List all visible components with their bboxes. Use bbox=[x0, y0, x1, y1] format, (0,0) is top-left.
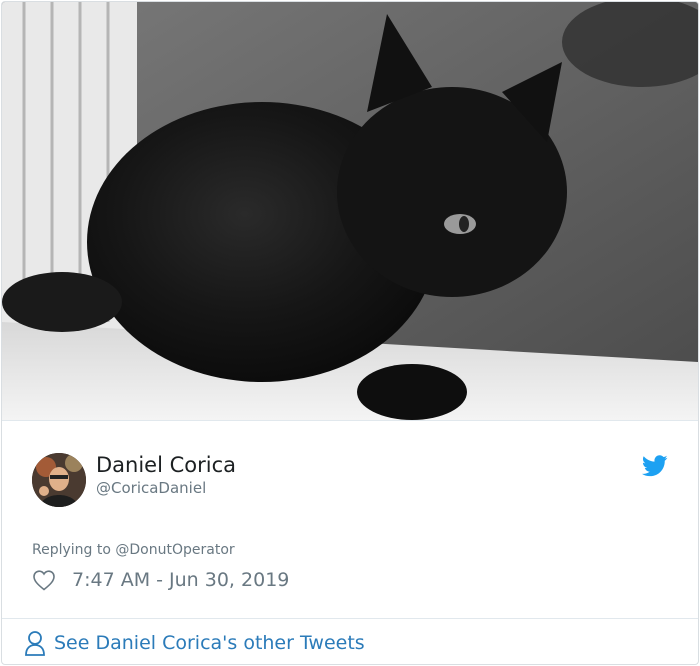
twitter-bird-icon[interactable] bbox=[642, 455, 668, 477]
tweet-body: Daniel Corica @CoricaDaniel Replying to … bbox=[2, 420, 698, 618]
heart-icon[interactable] bbox=[32, 569, 56, 591]
replying-to-line: Replying to @DonutOperator bbox=[32, 542, 235, 558]
author-name[interactable]: Daniel Corica bbox=[96, 453, 236, 477]
reply-mention-link[interactable]: @DonutOperator bbox=[115, 542, 234, 558]
see-other-tweets-link[interactable]: See Daniel Corica's other Tweets bbox=[54, 632, 365, 654]
person-icon bbox=[25, 630, 45, 656]
tweet-meta-row: 7:47 AM - Jun 30, 2019 bbox=[32, 567, 289, 593]
author-handle[interactable]: @CoricaDaniel bbox=[96, 479, 206, 497]
tweet-timestamp[interactable]: 7:47 AM - Jun 30, 2019 bbox=[72, 569, 289, 591]
reply-prefix: Replying to bbox=[32, 542, 116, 558]
cat-photo-image bbox=[2, 2, 698, 420]
embedded-tweet-card: Daniel Corica @CoricaDaniel Replying to … bbox=[1, 1, 699, 665]
tweet-photo[interactable] bbox=[2, 2, 698, 420]
avatar[interactable] bbox=[32, 453, 86, 507]
other-tweets-footer[interactable]: See Daniel Corica's other Tweets bbox=[2, 618, 698, 664]
avatar-photo-icon bbox=[32, 453, 86, 507]
